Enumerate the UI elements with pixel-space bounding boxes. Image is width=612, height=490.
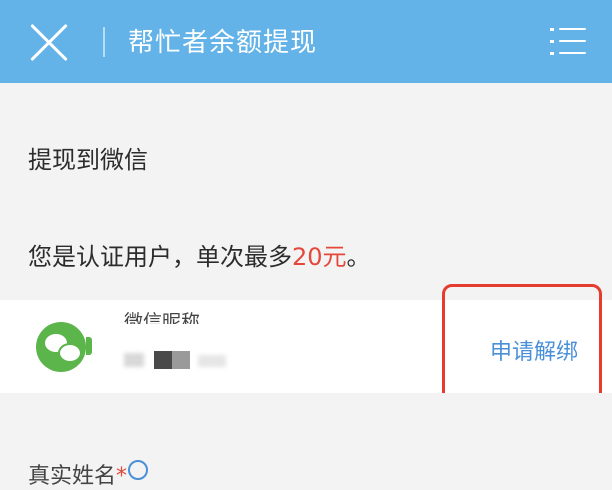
notice-suffix: 。 — [346, 243, 371, 271]
nickname-label: 微信昵称 — [124, 311, 201, 324]
nickname-value-redacted — [124, 343, 244, 371]
close-icon[interactable] — [28, 22, 70, 64]
notice-prefix: 您是认证用户，单次最多 — [28, 243, 292, 271]
top-bar: 帮忙者余额提现 — [0, 0, 612, 83]
highlight-annotation — [442, 284, 602, 404]
menu-icon[interactable] — [550, 28, 586, 56]
realname-label: 真实姓名* — [28, 458, 127, 490]
limit-amount: 20元 — [292, 243, 347, 271]
realname-text: 真实姓名 — [28, 464, 117, 489]
help-icon[interactable] — [128, 460, 148, 480]
withdraw-limit-notice: 您是认证用户，单次最多20元。 — [28, 237, 371, 272]
page-title: 帮忙者余额提现 — [128, 28, 318, 58]
required-mark: * — [116, 464, 128, 489]
section-title: 提现到微信 — [28, 146, 148, 174]
wechat-icon — [36, 322, 92, 372]
header-divider — [103, 27, 105, 57]
